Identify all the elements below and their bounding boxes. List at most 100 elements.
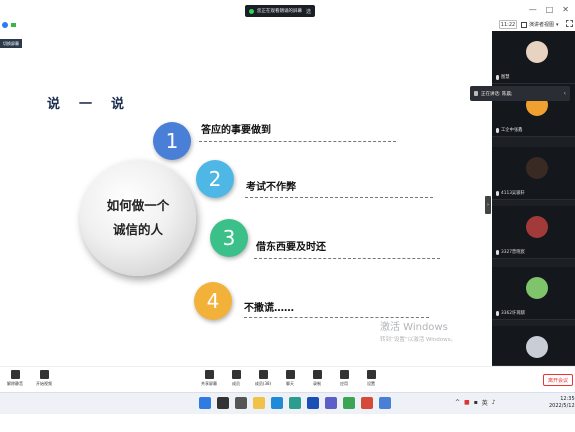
mic-icon [496, 249, 499, 255]
window-controls: — □ ✕ [529, 5, 569, 14]
participant-tile[interactable]: 3362许苒麒 [492, 267, 575, 320]
avatar [526, 336, 548, 358]
toolbar-button-center-1[interactable]: 成员 [223, 370, 249, 387]
clock-date: 2022/5/12 [549, 403, 575, 409]
participant-tile[interactable]: 图慧 [492, 31, 575, 84]
avatar [526, 216, 548, 238]
toolbar-button-center-5[interactable]: 应用 [331, 370, 357, 387]
mic-icon [496, 190, 499, 196]
fullscreen-button[interactable] [566, 20, 573, 27]
tray-app-icon[interactable]: ■ [464, 399, 470, 406]
clock-time: 12:35 [560, 396, 575, 402]
maximize-button[interactable]: □ [546, 5, 554, 14]
grid-view-icon [521, 21, 527, 28]
share-screen-icon [204, 370, 214, 379]
camera-off-icon [39, 370, 49, 379]
toolbar-button-label: 应用 [340, 381, 348, 386]
close-button[interactable]: ✕ [562, 5, 569, 14]
record-icon [312, 370, 322, 379]
windows-taskbar: ^ ■ ▪ 英 ♪ 12:35 2022/5/12 [0, 392, 575, 414]
volume-icon[interactable]: ♪ [492, 399, 496, 406]
toolbar-button-left-0[interactable]: 解除静音 [2, 370, 28, 387]
minimize-button[interactable]: — [529, 5, 537, 14]
toolbar-button-label: 解除静音 [7, 381, 23, 386]
toolbar-button-left-1[interactable]: 开始视频 [31, 370, 57, 387]
toolbar-button-center-4[interactable]: 录制 [304, 370, 330, 387]
viewing-text: 您正在观看朗诵的屏幕 [257, 9, 302, 14]
wps-icon[interactable] [361, 397, 373, 409]
taskbar-clock[interactable]: 12:35 2022/5/12 [549, 396, 575, 410]
mail-icon[interactable] [325, 397, 337, 409]
chat-icon [285, 370, 295, 379]
edge-icon[interactable] [271, 397, 283, 409]
system-tray: ^ ■ ▪ 英 ♪ [455, 398, 496, 407]
store-icon[interactable] [307, 397, 319, 409]
item-number-1: 1 [153, 122, 191, 160]
file-explorer-icon[interactable] [253, 397, 265, 409]
view-option: 选 [305, 8, 311, 15]
toolbar-center: 共享屏幕 成员 成员(38) 聊天 录制 应用 设置 [196, 370, 384, 387]
mic-icon [496, 127, 499, 133]
windows-start-icon[interactable] [199, 397, 211, 409]
participant-tile[interactable]: 3327曾晓宸 [492, 206, 575, 259]
avatar [526, 277, 548, 299]
toolbar-button-center-3[interactable]: 聊天 [277, 370, 303, 387]
input-language[interactable]: 英 [482, 398, 488, 407]
app-icon[interactable] [379, 397, 391, 409]
leave-meeting-button[interactable]: 离开会议 [543, 374, 573, 386]
view-mode-label: 演讲者视图 [529, 22, 555, 28]
meeting-timer: 11:22 [499, 20, 517, 29]
meeting-app-icon[interactable] [343, 397, 355, 409]
watermark-line1: 激活 Windows [380, 322, 448, 333]
mic-icon [474, 91, 478, 96]
search-icon[interactable] [217, 397, 229, 409]
activate-windows-watermark: 激活 Windows 转到“设置”以激活 Windows。 [380, 318, 456, 343]
browser-icon[interactable] [289, 397, 301, 409]
toolbar-button-label: 开始视频 [36, 381, 52, 386]
participant-name: 工企中张鑫 [501, 128, 523, 133]
item-text-3: 借东西要及时还 [256, 242, 326, 253]
toolbar-button-label: 录制 [313, 381, 321, 386]
center-topic-line1: 如何做一个 [106, 198, 170, 213]
signal-icon [11, 23, 16, 27]
participant-name: 4113吴骏轩 [501, 191, 525, 196]
toolbar-button-label: 成员 [232, 381, 240, 386]
chevron-up-icon[interactable]: ^ [455, 399, 460, 406]
viewing-indicator[interactable]: 您正在观看朗诵的屏幕 选 [245, 5, 315, 17]
switch-screen-tag[interactable]: 切换屏幕 [0, 39, 22, 48]
participant-tile[interactable] [492, 326, 575, 366]
settings-icon [366, 370, 376, 379]
participant-name: 3362许苒麒 [501, 311, 525, 316]
taskbar-apps [199, 397, 391, 409]
live-dot-icon [249, 8, 254, 14]
network-icon[interactable]: ▪ [474, 399, 478, 406]
item-text-2: 考试不作弊 [246, 182, 296, 193]
item-text-1: 答应的事要做到 [201, 125, 271, 136]
item-number-4: 4 [194, 282, 232, 320]
underline-2 [245, 197, 433, 198]
view-mode-button[interactable]: 演讲者视图 ▾ [521, 20, 559, 29]
watermark-line2: 转到“设置”以激活 Windows。 [380, 337, 456, 343]
participant-tile[interactable]: 4113吴骏轩 [492, 147, 575, 200]
slide-title-char: 说 [111, 97, 126, 112]
meeting-toolbar: 解除静音 开始视频 共享屏幕 成员 成员(38) 聊天 录制 应用 设置 离开会议 [0, 366, 575, 392]
toolbar-button-label: 聊天 [286, 381, 294, 386]
collapse-icon[interactable]: ‹ [564, 90, 566, 97]
toolbar-button-label: 设置 [367, 381, 375, 386]
toolbar-button-center-6[interactable]: 设置 [358, 370, 384, 387]
mic-icon [10, 370, 20, 379]
slide-title-char: 说 [47, 97, 62, 112]
collapse-gallery-button[interactable]: › [485, 196, 491, 214]
mic-icon [496, 74, 499, 80]
toolbar-button-center-2[interactable]: 成员(38) [250, 370, 276, 387]
toolbar-button-center-0[interactable]: 共享屏幕 [196, 370, 222, 387]
avatar [526, 157, 548, 179]
members-icon [231, 370, 241, 379]
item-number-3: 3 [210, 219, 248, 257]
task-view-icon[interactable] [235, 397, 247, 409]
underline-3 [254, 258, 440, 259]
app-logo [2, 22, 16, 28]
participant-gallery: 图慧 工企中张鑫 4113吴骏轩 3327曾晓宸 3362许苒麒 [492, 31, 575, 366]
participant-name: 图慧 [501, 75, 510, 80]
meeting-window: 您正在观看朗诵的屏幕 选 — □ ✕ 11:22 演讲者视图 ▾ 切换屏幕 说 一… [0, 0, 575, 432]
